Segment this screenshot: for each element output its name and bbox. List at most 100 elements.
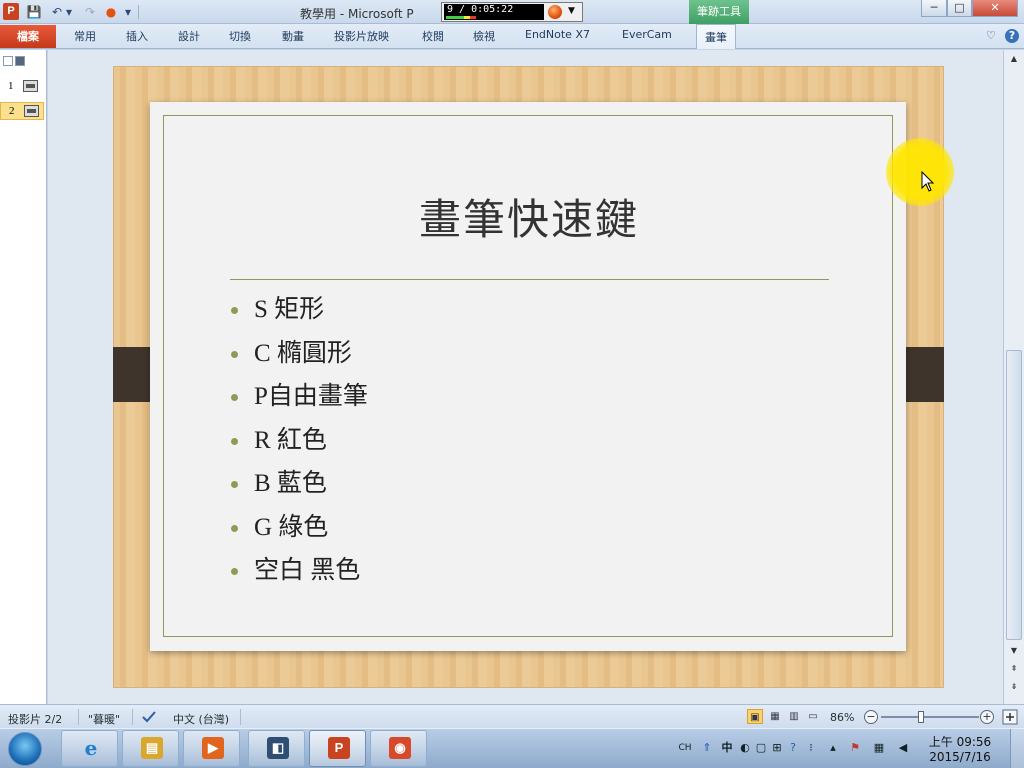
normal-view-icon[interactable]: ▣ bbox=[747, 709, 763, 724]
ime-mode-indicator[interactable]: 中 bbox=[720, 741, 734, 755]
slide-thumbnail-1[interactable]: 1 bbox=[0, 78, 44, 96]
tab-home[interactable]: 常用 bbox=[74, 28, 96, 44]
slide-background-wood: 畫筆快速鍵 S 矩形 C 橢圓形 P自由畫筆 R 紅色 B 藍色 G 綠色 空白… bbox=[113, 66, 944, 688]
ime-options-icon[interactable]: ⁝ bbox=[804, 741, 818, 755]
tab-slideshow[interactable]: 投影片放映 bbox=[334, 28, 389, 44]
start-button[interactable] bbox=[3, 730, 49, 768]
bullet-item: R 紅色 bbox=[228, 423, 828, 467]
panel-view-tabs[interactable] bbox=[3, 56, 27, 68]
status-divider bbox=[132, 709, 133, 725]
clock-time[interactable]: 上午 09:56 bbox=[928, 733, 992, 750]
maximize-button[interactable]: □ bbox=[947, 0, 972, 17]
zoom-out-button[interactable]: − bbox=[864, 710, 878, 724]
status-divider bbox=[78, 709, 79, 725]
slide-thumbnail-image bbox=[24, 105, 39, 117]
taskbar-app-file-explorer[interactable]: ▤ bbox=[122, 730, 179, 767]
redo-icon[interactable]: ↷ bbox=[82, 4, 98, 20]
scroll-down-icon[interactable]: ▼ bbox=[1006, 644, 1022, 658]
taskbar-app-evercam[interactable]: ◉ bbox=[370, 730, 427, 767]
ime-toggle-icon[interactable]: ⇑ bbox=[700, 741, 714, 755]
tab-view[interactable]: 檢視 bbox=[473, 28, 495, 44]
ime-tools-icon[interactable]: ⊞ bbox=[770, 741, 784, 755]
tab-design[interactable]: 設計 bbox=[178, 28, 200, 44]
ime-fullwidth-icon[interactable]: ◐ bbox=[738, 741, 752, 755]
language-indicator[interactable]: 中文 (台灣) bbox=[173, 711, 229, 727]
ime-language-indicator[interactable]: CH bbox=[676, 741, 694, 755]
slides-tab-icon[interactable] bbox=[15, 56, 25, 66]
zoom-level[interactable]: 86% bbox=[830, 711, 854, 724]
slide-thumbnail-2[interactable]: 2 bbox=[0, 102, 44, 120]
volume-icon[interactable]: ◀ bbox=[896, 741, 910, 755]
bullet-item: P自由畫筆 bbox=[228, 379, 828, 423]
taskbar-app-internet-explorer[interactable]: e bbox=[61, 730, 118, 767]
slide-title[interactable]: 畫筆快速鍵 bbox=[164, 186, 894, 247]
zoom-in-button[interactable]: + bbox=[980, 710, 994, 724]
taskbar-app-media-player[interactable]: ▶ bbox=[183, 730, 240, 767]
slide-thumbnail-image bbox=[23, 80, 38, 92]
tab-endnote[interactable]: EndNote X7 bbox=[525, 28, 590, 41]
customize-toolbar-icon[interactable]: ▾ bbox=[123, 4, 133, 20]
recorder-widget[interactable]: 9 / 0:05:22 ▼ bbox=[441, 2, 583, 22]
bullet-item: 空白 黑色 bbox=[228, 553, 828, 597]
ime-punctuation-icon[interactable]: ▢ bbox=[754, 741, 768, 755]
zoom-slider-track[interactable] bbox=[881, 716, 979, 718]
action-center-flag-icon[interactable]: ⚑ bbox=[848, 741, 862, 755]
recorder-dropdown-icon[interactable]: ▼ bbox=[568, 6, 575, 16]
taskbar-app-powerpoint[interactable]: P bbox=[309, 730, 366, 767]
ribbon-tab-row: 檔案 常用 插入 設計 切換 動畫 投影片放映 校閱 檢視 EndNote X7… bbox=[0, 24, 1024, 49]
tab-file[interactable]: 檔案 bbox=[0, 25, 56, 48]
scroll-up-icon[interactable]: ▲ bbox=[1006, 52, 1022, 66]
slide-frame: 畫筆快速鍵 S 矩形 C 橢圓形 P自由畫筆 R 紅色 B 藍色 G 綠色 空白… bbox=[163, 115, 893, 637]
undo-icon[interactable]: ↶ bbox=[49, 4, 65, 20]
fit-to-window-icon[interactable] bbox=[1002, 709, 1018, 725]
next-slide-icon[interactable]: ⇟ bbox=[1006, 680, 1022, 694]
record-icon[interactable]: ● bbox=[103, 4, 119, 20]
slide-counter: 投影片 2/2 bbox=[8, 713, 63, 726]
reading-view-icon[interactable]: ▥ bbox=[786, 709, 802, 724]
help-icon[interactable]: ? bbox=[1005, 29, 1019, 43]
zoom-slider-thumb[interactable] bbox=[918, 711, 924, 723]
ink-tools-context-tab: 筆跡工具 bbox=[689, 0, 749, 24]
cursor-highlight bbox=[886, 138, 954, 206]
title-divider bbox=[230, 279, 829, 280]
minimize-button[interactable]: ─ bbox=[921, 0, 947, 17]
minimize-ribbon-icon[interactable]: ♡ bbox=[986, 29, 996, 42]
spell-check-icon[interactable] bbox=[141, 710, 157, 724]
powerpoint-app-icon[interactable]: P bbox=[3, 3, 19, 20]
show-desktop-button[interactable] bbox=[1010, 729, 1024, 768]
network-icon[interactable]: ▦ bbox=[872, 741, 886, 755]
clock-date[interactable]: 2015/7/16 bbox=[928, 750, 992, 764]
previous-slide-icon[interactable]: ⇞ bbox=[1006, 662, 1022, 676]
taskbar-app-recorder[interactable]: ◧ bbox=[248, 730, 305, 767]
close-button[interactable]: ✕ bbox=[972, 0, 1018, 17]
outline-tab-icon[interactable] bbox=[3, 56, 13, 66]
show-hidden-icons-icon[interactable]: ▴ bbox=[826, 741, 840, 755]
vertical-scrollbar[interactable]: ▲ ▼ ⇞ ⇟ bbox=[1003, 50, 1024, 704]
scrollbar-thumb[interactable] bbox=[1006, 350, 1022, 640]
windows-taskbar: e ▤ ▶ ◧ P ◉ CH ⇑ 中 ◐ ▢ ⊞ ? ⁝ ▴ ⚑ ▦ ◀ 上午 … bbox=[0, 728, 1024, 768]
tab-review[interactable]: 校閱 bbox=[422, 28, 444, 44]
tab-evercam[interactable]: EverCam bbox=[622, 28, 672, 41]
tab-animations[interactable]: 動畫 bbox=[282, 28, 304, 44]
slide-editing-area[interactable]: 畫筆快速鍵 S 矩形 C 橢圓形 P自由畫筆 R 紅色 B 藍色 G 綠色 空白… bbox=[48, 50, 1003, 704]
bullet-item: C 橢圓形 bbox=[228, 336, 828, 380]
slide-card[interactable]: 畫筆快速鍵 S 矩形 C 橢圓形 P自由畫筆 R 紅色 B 藍色 G 綠色 空白… bbox=[150, 102, 906, 651]
slide-number: 1 bbox=[8, 80, 14, 92]
record-button-icon[interactable] bbox=[548, 5, 562, 19]
slide-number: 2 bbox=[9, 105, 15, 117]
internet-explorer-icon: e bbox=[84, 736, 98, 760]
save-icon[interactable]: 💾 bbox=[26, 4, 42, 20]
tab-insert[interactable]: 插入 bbox=[126, 28, 148, 44]
bullet-list[interactable]: S 矩形 C 橢圓形 P自由畫筆 R 紅色 B 藍色 G 綠色 空白 黑色 bbox=[228, 292, 828, 597]
slideshow-view-icon[interactable]: ▭ bbox=[805, 709, 821, 724]
powerpoint-icon: P bbox=[328, 737, 350, 759]
toolbar-divider bbox=[138, 5, 139, 19]
ime-help-icon[interactable]: ? bbox=[786, 741, 800, 755]
undo-dropdown-icon[interactable]: ▾ bbox=[65, 4, 73, 20]
window-title: 教學用 - Microsoft P bbox=[300, 7, 414, 21]
tab-transitions[interactable]: 切換 bbox=[229, 28, 251, 44]
title-bar: P 💾 ↶ ▾ ↷ ● ▾ 教學用 - Microsoft P 9 / 0:05… bbox=[0, 0, 1024, 24]
slide-sorter-view-icon[interactable]: ▦ bbox=[767, 709, 783, 724]
status-bar: 投影片 2/2 "暮暖" 中文 (台灣) ▣ ▦ ▥ ▭ 86% − + bbox=[0, 704, 1024, 728]
tab-pen[interactable]: 畫筆 bbox=[696, 24, 736, 49]
